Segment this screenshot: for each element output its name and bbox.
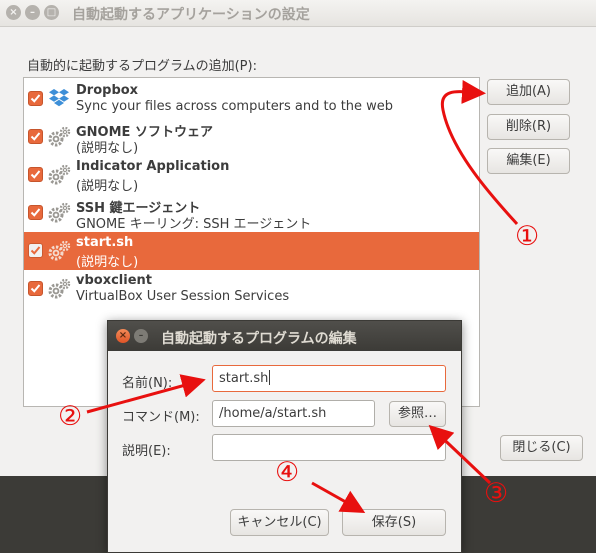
list-item[interactable]: GNOME ソフトウェア (説明なし)	[24, 118, 479, 156]
list-item-description: Sync your files across computers and to …	[76, 99, 394, 114]
list-item-description: (説明なし)	[76, 179, 139, 194]
text-caret	[269, 370, 271, 385]
gears-icon	[47, 163, 71, 187]
list-item-name: vboxclient	[76, 273, 153, 288]
command-label: コマンド(M):	[122, 410, 200, 425]
cancel-button[interactable]: キャンセル(C)	[230, 509, 329, 536]
enable-checkbox[interactable]	[28, 91, 43, 106]
enable-checkbox[interactable]	[28, 205, 43, 220]
gears-icon	[47, 239, 71, 263]
dialog-minimize-button[interactable]: –	[134, 329, 148, 343]
list-item-description: VirtualBox User Session Services	[76, 289, 290, 304]
dialog-titlebar: × – 自動起動するプログラムの編集	[108, 321, 461, 351]
list-item-description: (説明なし)	[76, 255, 139, 270]
list-item[interactable]: SSH 鍵エージェント GNOME キーリング: SSH エージェント	[24, 194, 479, 232]
list-item-description: GNOME キーリング: SSH エージェント	[76, 217, 312, 232]
enable-checkbox[interactable]	[28, 243, 43, 258]
startup-list-label: 自動的に起動するプログラムの追加(P):	[27, 59, 257, 74]
window-minimize-button[interactable]: –	[25, 5, 40, 20]
list-item[interactable]: vboxclient VirtualBox User Session Servic…	[24, 270, 479, 308]
window-close-button[interactable]: ×	[6, 5, 21, 20]
name-field-value: start.sh	[219, 371, 269, 386]
list-item[interactable]: Indicator Application (説明なし)	[24, 156, 479, 194]
list-item-name: start.sh	[76, 235, 134, 250]
remove-button[interactable]: 削除(R)	[487, 114, 570, 140]
list-item-name: Indicator Application	[76, 159, 230, 174]
dialog-title: 自動起動するプログラムの編集	[161, 331, 357, 347]
list-item-description: (説明なし)	[76, 141, 139, 156]
comment-label: 説明(E):	[122, 444, 171, 459]
list-item[interactable]: start.sh (説明なし)	[24, 232, 479, 270]
gears-icon	[47, 201, 71, 225]
close-button[interactable]: 閉じる(C)	[500, 435, 583, 461]
comment-field[interactable]	[212, 434, 446, 461]
gears-icon	[47, 277, 71, 301]
edit-startup-program-dialog: × – 自動起動するプログラムの編集 名前(N): start.sh コマンド(…	[107, 320, 462, 553]
save-button[interactable]: 保存(S)	[342, 509, 446, 536]
annotation-step-1: ①	[515, 221, 540, 252]
edit-button[interactable]: 編集(E)	[487, 148, 570, 174]
enable-checkbox[interactable]	[28, 167, 43, 182]
dropbox-icon	[47, 87, 71, 111]
name-label: 名前(N):	[122, 376, 173, 391]
command-field[interactable]: /home/a/start.sh	[212, 400, 375, 427]
main-titlebar: × – □ 自動起動するアプリケーションの設定	[0, 0, 596, 27]
enable-checkbox[interactable]	[28, 281, 43, 296]
enable-checkbox[interactable]	[28, 129, 43, 144]
list-item-name: Dropbox	[76, 83, 139, 98]
window-maximize-button[interactable]: □	[44, 5, 59, 20]
annotation-step-3: ③	[484, 478, 509, 509]
annotation-step-4: ④	[275, 457, 300, 488]
add-button[interactable]: 追加(A)	[487, 79, 570, 105]
browse-button[interactable]: 参照…	[389, 401, 446, 427]
name-field[interactable]: start.sh	[212, 365, 446, 392]
gears-icon	[47, 125, 71, 149]
command-field-value: /home/a/start.sh	[219, 406, 327, 421]
list-item[interactable]: Dropbox Sync your files across computers …	[24, 80, 479, 118]
dialog-close-button[interactable]: ×	[116, 329, 130, 343]
window-title: 自動起動するアプリケーションの設定	[72, 7, 310, 23]
annotation-step-2: ②	[58, 401, 83, 432]
